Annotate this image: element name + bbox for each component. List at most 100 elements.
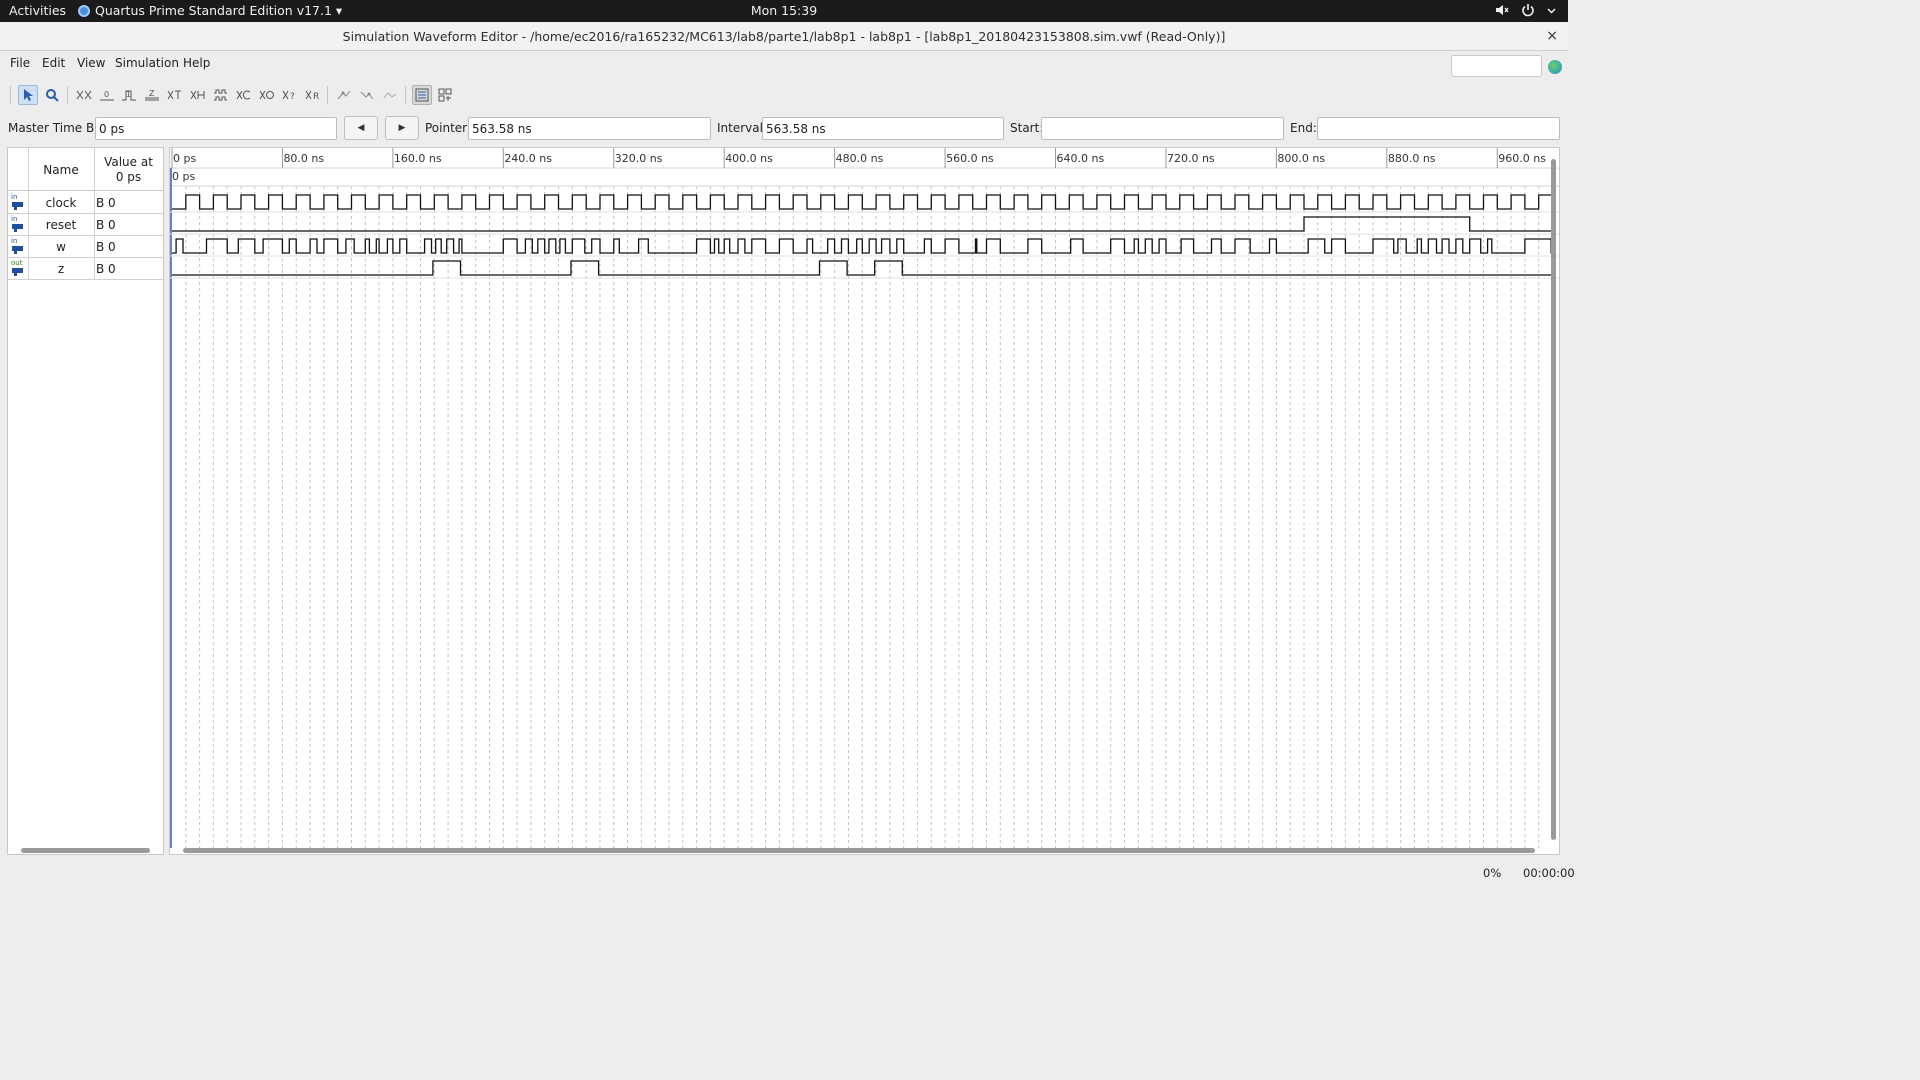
timeline-tick-label: 80.0 ns (283, 152, 324, 165)
menu-help[interactable]: Help (183, 56, 210, 70)
chevron-left-icon: ◀ (357, 123, 365, 133)
weak-low-icon[interactable]: ? (280, 85, 300, 105)
power-icon[interactable] (1521, 3, 1535, 17)
chevron-right-icon: ▶ (398, 123, 406, 133)
signal-value: B 0 (96, 262, 116, 276)
timeline-tick-label: 320.0 ns (615, 152, 663, 165)
timeline-tick-label: 880.0 ns (1388, 152, 1436, 165)
signal-name: reset (45, 218, 77, 232)
toolbar-separator (327, 86, 328, 104)
collapse-group-icon[interactable] (380, 85, 400, 105)
zoom-tool-icon[interactable] (42, 85, 62, 105)
signal-list-scrollbar[interactable] (21, 848, 150, 853)
force-low-icon[interactable]: 0 (97, 85, 117, 105)
start-label: Start: (1010, 121, 1044, 135)
quartus-app-icon (78, 4, 90, 17)
end-label: End: (1290, 121, 1317, 135)
input-pin-icon: in (10, 215, 26, 234)
system-tray[interactable] (1495, 3, 1556, 17)
timeline-tick-label: 720.0 ns (1167, 152, 1215, 165)
timeline-tick-label: 0 ps (173, 152, 196, 165)
close-window-button[interactable]: × (1546, 28, 1558, 44)
timeline-tick-label: 400.0 ns (725, 152, 773, 165)
pointer-field[interactable]: 563.58 ns (468, 117, 711, 140)
force-unknown-icon[interactable] (74, 85, 94, 105)
cursor-label: 0 ps (172, 170, 195, 183)
toolbar-separator (67, 86, 68, 104)
activities-button[interactable]: Activities (9, 3, 66, 18)
waveform-vertical-scrollbar[interactable] (1551, 159, 1556, 840)
next-transition-button[interactable]: ▶ (385, 116, 419, 140)
signal-name: clock (45, 196, 77, 210)
elapsed-time: 00:00:00 (1523, 866, 1575, 880)
count-value-icon[interactable] (188, 85, 208, 105)
system-top-bar: Activities Quartus Prime Standard Editio… (0, 0, 1568, 22)
waveform-toolbar: 0 1 Z ? R (0, 80, 1568, 110)
timeline-tick-label: 960.0 ns (1498, 152, 1546, 165)
signal-name: z (57, 262, 65, 276)
timeline-tick-label: 560.0 ns (946, 152, 994, 165)
signal-row-reset[interactable]: in reset B 0 (8, 214, 163, 236)
svg-text:Z: Z (149, 89, 155, 98)
signal-list-header: Name Value at 0 ps (8, 148, 163, 191)
signal-row-z[interactable]: out z B 0 (8, 258, 163, 280)
time-bar: Master Time Bar: 0 ps ◀ ▶ Pointer: 563.5… (0, 114, 1568, 142)
signal-row-w[interactable]: in w B 0 (8, 236, 163, 258)
chevron-down-icon[interactable] (1547, 3, 1556, 17)
timeline-tick-label: 160.0 ns (394, 152, 442, 165)
waveform-canvas[interactable]: 0 ps 80.0 ns 160.0 ns 240.0 ns 320.0 ns 400.0… (170, 148, 1560, 855)
snap-to-grid-icon[interactable] (334, 85, 354, 105)
weak-high-icon[interactable]: R (303, 85, 323, 105)
volume-muted-icon[interactable] (1495, 3, 1509, 17)
window-title: Simulation Waveform Editor - /home/ec201… (342, 29, 1226, 44)
svg-text:R: R (313, 92, 319, 102)
waveform-panel[interactable]: 0 ps 80.0 ns 160.0 ns 240.0 ns 320.0 ns 400.0… (169, 147, 1560, 855)
window-title-bar: Simulation Waveform Editor - /home/ec201… (0, 22, 1568, 51)
master-time-bar-field[interactable]: 0 ps (95, 117, 337, 140)
signal-list-panel: Name Value at 0 ps in clock B 0 in reset… (7, 147, 164, 855)
name-column-header[interactable]: Name (28, 163, 94, 177)
input-pin-icon: in (10, 237, 26, 256)
app-menu[interactable]: Quartus Prime Standard Edition v17.1 ▾ (78, 3, 342, 18)
value-column-header[interactable]: Value at 0 ps (94, 155, 163, 185)
timeline-tick-label: 800.0 ns (1277, 152, 1325, 165)
menu-file[interactable]: File (10, 56, 30, 70)
toolbar-separator (10, 86, 11, 104)
system-clock[interactable]: Mon 15:39 (751, 3, 817, 18)
search-input[interactable] (1451, 55, 1542, 77)
interval-label: Interval: (717, 121, 767, 135)
progress-text: 0% (1483, 866, 1502, 880)
menu-edit[interactable]: Edit (42, 56, 65, 70)
expand-group-icon[interactable] (357, 85, 377, 105)
app-menu-label: Quartus Prime Standard Edition v17.1 ▾ (95, 3, 343, 18)
signal-value: B 0 (96, 218, 116, 232)
force-high-impedance-icon[interactable]: Z (142, 85, 162, 105)
globe-icon[interactable] (1548, 60, 1562, 74)
output-pin-icon: out (10, 259, 26, 278)
waveform-view-icon[interactable] (412, 85, 432, 105)
waveform-horizontal-scrollbar[interactable] (183, 848, 1535, 853)
menu-view[interactable]: View (77, 56, 105, 70)
previous-transition-button[interactable]: ◀ (344, 116, 378, 140)
clock-value-icon[interactable] (211, 85, 231, 105)
value-header-line-2: 0 ps (115, 170, 142, 184)
signal-value: B 0 (96, 240, 116, 254)
start-field[interactable] (1041, 117, 1284, 140)
interval-field[interactable]: 563.58 ns (762, 117, 1004, 140)
end-field[interactable] (1317, 117, 1560, 140)
grid-settings-icon[interactable] (435, 85, 455, 105)
waveform-clock (172, 194, 1553, 210)
timeline-tick-label: 240.0 ns (504, 152, 552, 165)
random-value-icon[interactable] (257, 85, 277, 105)
svg-text:0: 0 (104, 90, 109, 99)
svg-text:?: ? (290, 92, 295, 102)
invert-icon[interactable] (165, 85, 185, 105)
signal-row-clock[interactable]: in clock B 0 (8, 192, 163, 214)
status-bar: 0% 00:00:00 (0, 862, 1575, 882)
selection-tool-icon[interactable] (18, 85, 38, 105)
toolbar-separator (405, 86, 406, 104)
arbitrary-value-icon[interactable] (234, 85, 254, 105)
force-high-icon[interactable]: 1 (119, 85, 139, 105)
value-header-line-1: Value at (104, 155, 153, 169)
menu-simulation[interactable]: Simulation (115, 56, 179, 70)
